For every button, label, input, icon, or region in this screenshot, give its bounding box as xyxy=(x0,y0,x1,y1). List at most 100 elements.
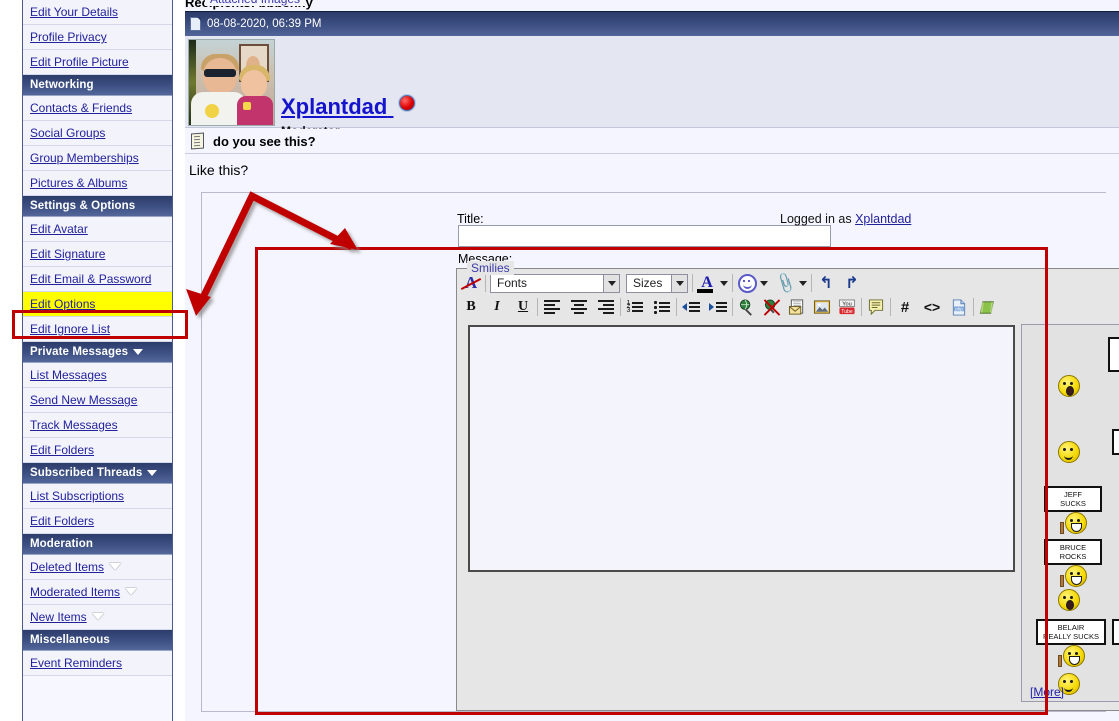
chevron-down-icon[interactable] xyxy=(133,349,144,355)
toolbar-separator xyxy=(732,298,733,316)
sidebar-item-list-messages[interactable]: List Messages xyxy=(23,363,172,388)
sidebar-item-moderated-items[interactable]: Moderated Items xyxy=(23,580,172,605)
sidebar-item-profile-privacy[interactable]: Profile Privacy xyxy=(23,25,172,50)
align-left-icon[interactable] xyxy=(542,297,562,317)
message-subject-row: do you see this? xyxy=(185,129,1119,154)
redo-icon[interactable]: ↱ xyxy=(842,273,862,293)
insert-video-icon[interactable]: You Tube xyxy=(837,297,857,317)
wrap-quote-icon[interactable] xyxy=(866,297,886,317)
bold-icon[interactable]: B xyxy=(461,297,481,317)
chevron-down-icon[interactable] xyxy=(760,280,768,286)
sidebar-item-edit-profile-picture[interactable]: Edit Profile Picture xyxy=(23,50,172,75)
media-icon[interactable] xyxy=(978,297,998,317)
sidebar-item-deleted-items[interactable]: Deleted Items xyxy=(23,555,172,580)
sidebar-item-send-new-message[interactable]: Send New Message xyxy=(23,388,172,413)
sidebar-item-label: Profile Privacy xyxy=(30,30,107,44)
chevron-down-icon[interactable] xyxy=(799,280,807,286)
sidebar-item-edit-ignore-list[interactable]: Edit Ignore List xyxy=(23,317,172,342)
sidebar-item-label: Edit Avatar xyxy=(30,222,88,236)
smilie-im-with-stupid[interactable]: ↑I'm withStupid xyxy=(1108,337,1119,394)
outdent-icon[interactable] xyxy=(681,297,701,317)
dropdown-flag-icon[interactable] xyxy=(91,613,104,620)
logged-in-prefix: Logged in as xyxy=(780,212,856,226)
sidebar-item-pictures-albums[interactable]: Pictures & Albums xyxy=(23,171,172,196)
indent-icon[interactable] xyxy=(708,297,728,317)
sidebar-item-edit-folders-subs[interactable]: Edit Folders xyxy=(23,509,172,534)
sidebar-item-label: List Subscriptions xyxy=(30,489,125,503)
smilie-bruce-rocks[interactable]: BRUCE ROCKS xyxy=(1044,539,1102,587)
underline-icon[interactable]: U xyxy=(513,297,533,317)
sidebar-item-label: Edit Options xyxy=(30,297,96,311)
author-username-link[interactable]: Xplantdad xyxy=(281,94,416,119)
align-right-icon[interactable] xyxy=(596,297,616,317)
remove-link-icon[interactable] xyxy=(762,297,782,317)
sidebar-item-contacts-friends[interactable]: Contacts & Friends xyxy=(23,96,172,121)
sidebar-header-label: Networking xyxy=(30,79,94,91)
logged-in-user-link[interactable]: Xplantdad xyxy=(855,212,911,226)
smilie-icon[interactable] xyxy=(737,273,757,293)
post-date-bar: 08-08-2020, 06:39 PM xyxy=(185,11,1119,36)
sidebar-item-event-reminders[interactable]: Event Reminders xyxy=(23,651,172,676)
attachment-icon[interactable]: 📎 xyxy=(773,270,800,297)
sidebar-item-label: Edit Email & Password xyxy=(30,272,152,286)
align-center-icon[interactable] xyxy=(569,297,589,317)
font-color-icon[interactable]: A xyxy=(697,273,717,293)
svg-text:You: You xyxy=(842,301,852,307)
sidebar-header-networking: Networking xyxy=(23,75,172,96)
sidebar-item-label: Social Groups xyxy=(30,126,106,140)
insert-email-icon[interactable] xyxy=(787,297,807,317)
sidebar-item-social-groups[interactable]: Social Groups xyxy=(23,121,172,146)
chevron-down-icon xyxy=(603,274,619,292)
undo-icon[interactable]: ↰ xyxy=(816,273,836,293)
sidebar-header-miscellaneous: Miscellaneous xyxy=(23,630,172,651)
smilie-charley-sucks[interactable]: CHARLEYSUCKS xyxy=(1112,619,1119,667)
sidebar-item-edit-email-password[interactable]: Edit Email & Password xyxy=(23,267,172,292)
sidebar-item-edit-folders-pm[interactable]: Edit Folders xyxy=(23,438,172,463)
post-date: 08-08-2020, 06:39 PM xyxy=(207,18,322,30)
message-textarea[interactable] xyxy=(468,325,1015,572)
author-username-text: Xplantdad xyxy=(281,94,388,119)
insert-link-icon[interactable] xyxy=(737,297,757,317)
smilie-bow[interactable] xyxy=(1058,441,1080,463)
insert-image-icon[interactable] xyxy=(812,297,832,317)
dropdown-flag-icon[interactable] xyxy=(109,563,122,570)
font-family-select[interactable]: Fonts xyxy=(490,273,620,293)
sidebar-item-label: Deleted Items xyxy=(30,560,105,574)
smilie-confused[interactable] xyxy=(1058,375,1080,397)
hash-icon[interactable]: # xyxy=(895,297,915,317)
chevron-down-icon[interactable] xyxy=(147,470,158,476)
chevron-down-icon[interactable] xyxy=(720,280,728,286)
title-label: Title: xyxy=(457,212,484,226)
sidebar-item-new-items[interactable]: New Items xyxy=(23,605,172,630)
message-note-icon xyxy=(191,132,204,150)
dropdown-flag-icon[interactable] xyxy=(125,588,138,595)
sidebar-item-group-memberships[interactable]: Group Memberships xyxy=(23,146,172,171)
sidebar-item-track-messages[interactable]: Track Messages xyxy=(23,413,172,438)
php-icon[interactable]: php xyxy=(949,297,969,317)
sidebar-item-label: Edit Folders xyxy=(30,514,95,528)
more-smilies-link[interactable]: [More] xyxy=(1030,685,1064,699)
unordered-list-icon[interactable] xyxy=(652,297,672,317)
sidebar-header-private-messages[interactable]: Private Messages xyxy=(23,342,172,363)
sidebar-header-subscribed-threads[interactable]: Subscribed Threads xyxy=(23,463,172,484)
sidebar-item-label: New Items xyxy=(30,610,87,624)
sidebar-item-label: Edit Your Details xyxy=(30,5,119,19)
remove-formatting-icon[interactable]: A xyxy=(461,273,481,293)
ordered-list-icon[interactable]: 123 xyxy=(625,297,645,317)
title-input[interactable] xyxy=(458,225,831,247)
sidebar-item-edit-your-details[interactable]: Edit Your Details xyxy=(23,0,172,25)
smilies-panel: ↑I'm withStupid Can IHave It?? JEFFSUCKS… xyxy=(1021,324,1119,702)
toolbar-separator xyxy=(692,274,693,292)
smilie-can-i-have-it[interactable]: Can IHave It?? xyxy=(1112,429,1119,477)
sidebar-item-edit-avatar[interactable]: Edit Avatar xyxy=(23,217,172,242)
sidebar-item-list-subscriptions[interactable]: List Subscriptions xyxy=(23,484,172,509)
smilie-shock[interactable] xyxy=(1058,589,1080,611)
font-size-select[interactable]: Sizes xyxy=(626,273,688,293)
sidebar-item-edit-signature[interactable]: Edit Signature xyxy=(23,242,172,267)
sidebar-item-edit-options[interactable]: Edit Options xyxy=(23,292,172,317)
smilie-belair-really-sucks[interactable]: BELAIR REALLY SUCKS xyxy=(1036,619,1106,667)
svg-text:Tube: Tube xyxy=(841,308,853,314)
code-icon[interactable]: <> xyxy=(922,297,942,317)
smilie-jeff-sucks[interactable]: JEFF SUCKS xyxy=(1044,486,1102,534)
italic-icon[interactable]: I xyxy=(487,297,507,317)
